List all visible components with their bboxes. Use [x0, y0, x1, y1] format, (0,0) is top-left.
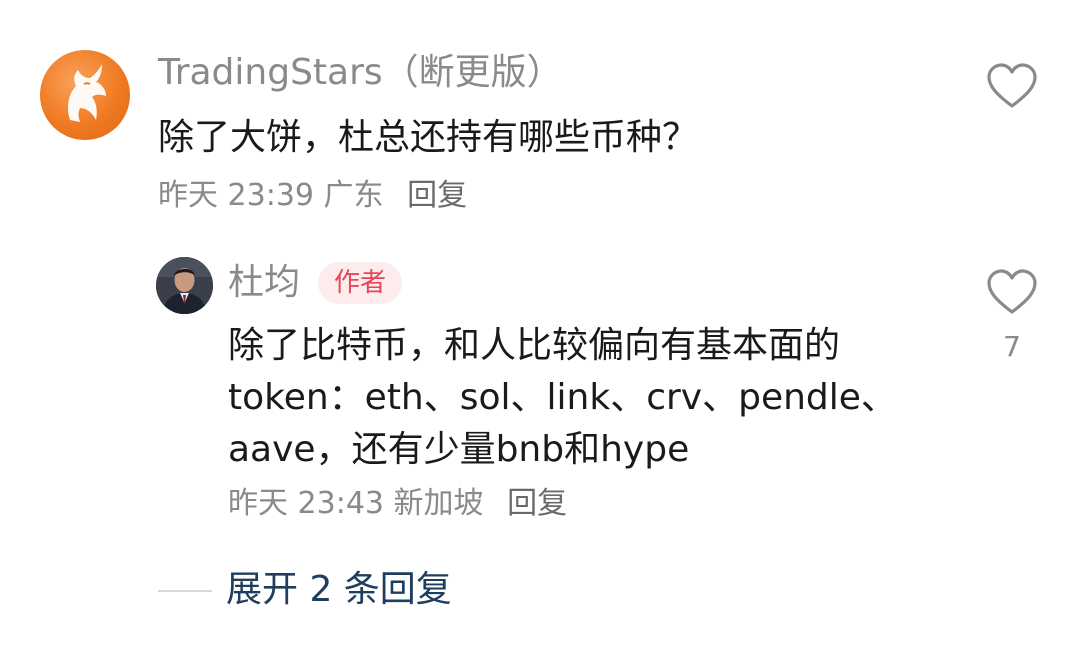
reply-username[interactable]: 杜均 [228, 260, 300, 306]
reply-meta: 昨天 23:43 新加坡 回复 [228, 484, 567, 524]
expand-replies-button[interactable]: 展开 2 条回复 [226, 566, 452, 614]
reply-button[interactable]: 回复 [407, 178, 467, 213]
comment-location: 广东 [323, 178, 384, 213]
author-badge: 作者 [318, 262, 403, 304]
comment-username[interactable]: TradingStars（断更版） [158, 50, 563, 96]
reply-text-line: aave，还有少量bnb和hype [228, 429, 690, 470]
person-photo-icon [156, 257, 213, 314]
reply-time: 昨天 23:43 [228, 486, 384, 521]
comment-time: 昨天 23:39 [158, 178, 314, 213]
like-count: 7 [1003, 330, 1021, 363]
divider [158, 590, 212, 592]
comment-meta: 昨天 23:39 广东 回复 [158, 176, 467, 216]
horse-logo-icon [68, 64, 106, 122]
comment-text: 除了大饼，杜总还持有哪些币种？ [158, 117, 699, 158]
heart-icon [987, 63, 1037, 108]
reply-text-line: 除了比特币，和人比较偏向有基本面的 [228, 325, 841, 366]
like-button[interactable] [986, 268, 1038, 318]
reply-text-line: token：eth、sol、link、crv、pendle、 [228, 377, 897, 418]
reply-text: 除了比特币，和人比较偏向有基本面的 token：eth、sol、link、crv… [228, 320, 928, 476]
like-button[interactable] [986, 62, 1038, 112]
avatar[interactable] [40, 50, 130, 140]
reply-button[interactable]: 回复 [507, 486, 567, 521]
reply-avatar[interactable] [156, 257, 213, 314]
heart-icon [987, 269, 1037, 314]
reply-location: 新加坡 [393, 486, 484, 521]
